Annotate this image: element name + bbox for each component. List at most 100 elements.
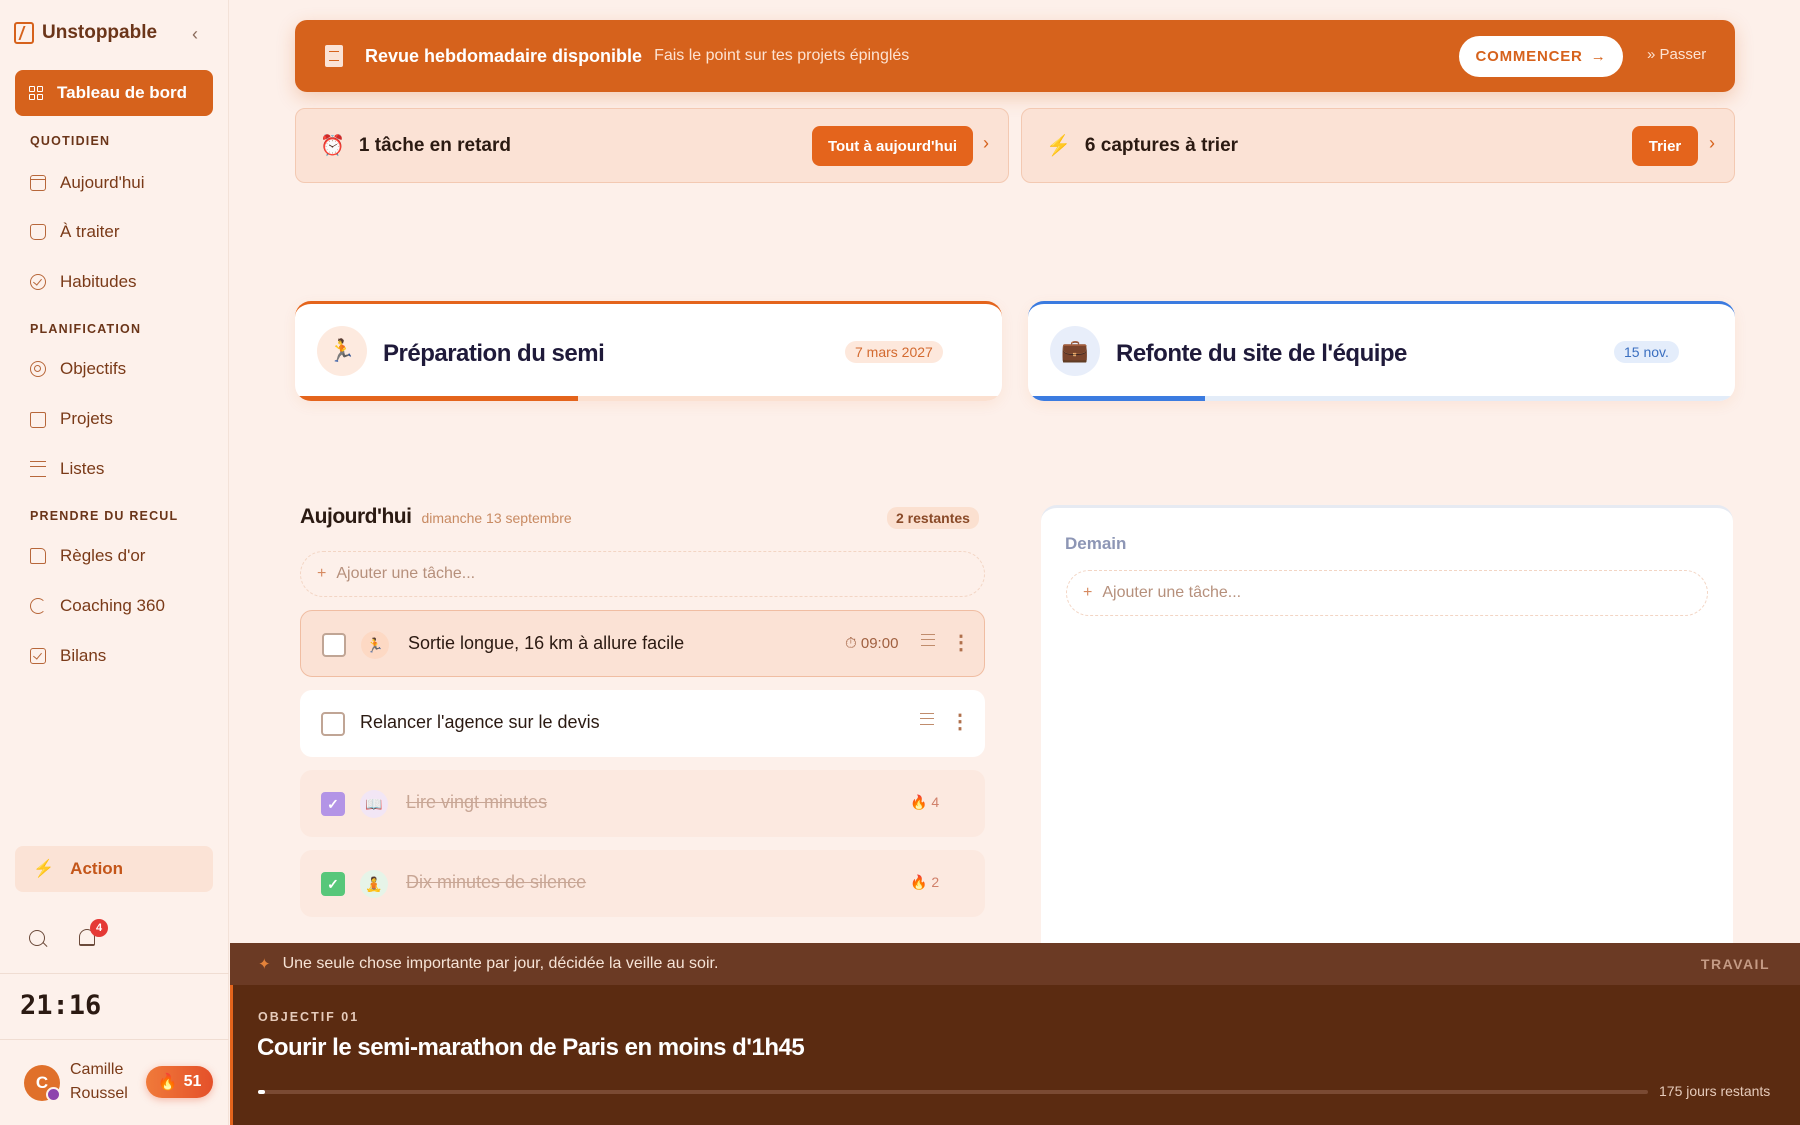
sidebar-item-label: Règles d'or — [60, 546, 146, 565]
start-review-button[interactable]: COMMENCER → — [1459, 36, 1623, 77]
sidebar-item-label: Projets — [60, 409, 113, 428]
overdue-alert[interactable]: ⏰ 1 tâche en retard Tout à aujourd'hui › — [295, 108, 1009, 183]
project-progress-fill — [1028, 396, 1205, 401]
sidebar-item-label: Objectifs — [60, 359, 127, 378]
user-name[interactable]: Camille Roussel — [70, 1058, 140, 1106]
today-date: dimanche 13 septembre — [421, 510, 572, 526]
add-task-input[interactable]: + Ajouter une tâche... — [300, 551, 985, 597]
project-due-date: 15 nov. — [1614, 341, 1679, 363]
objective-title[interactable]: Courir le semi-marathon de Paris en moin… — [257, 1034, 805, 1062]
captures-text: 6 captures à trier — [1084, 134, 1239, 156]
task-row[interactable]: Relancer l'agence sur le devis ⋮ — [300, 690, 985, 757]
bolt-icon: ⚡ — [1046, 135, 1071, 157]
project-title: Refonte du site de l'équipe — [1116, 340, 1407, 367]
task-checkbox-checked[interactable]: ✓ — [321, 792, 345, 816]
chevron-right-icon[interactable]: › — [1709, 133, 1715, 154]
divider — [0, 1039, 229, 1040]
sidebar-item-rules[interactable]: Règles d'or — [30, 546, 145, 566]
project-progress-bar — [295, 396, 1002, 401]
pinned-project-card[interactable]: 💼 Refonte du site de l'équipe 15 nov. — [1028, 301, 1735, 401]
add-task-input[interactable]: + Ajouter une tâche... — [1066, 570, 1708, 616]
quote-bar: ✦ Une seule chose importante par jour, d… — [230, 943, 1800, 985]
objective-progress-bar — [258, 1090, 1648, 1094]
task-row[interactable]: 🏃 Sortie longue, 16 km à allure facile ⏱… — [300, 610, 985, 677]
objective-label: OBJECTIF 01 — [258, 1010, 360, 1024]
stopwatch-icon: ⏱ — [845, 635, 857, 652]
section-label-perspective: PRENDRE DU RECUL — [30, 509, 179, 523]
action-button[interactable]: ⚡ Action — [15, 846, 213, 892]
sidebar-item-habits[interactable]: Habitudes — [30, 272, 137, 292]
task-time: ⏱ 09:00 — [845, 635, 899, 652]
alarm-icon: ⏰ — [320, 135, 345, 157]
app-name: Unstoppable — [42, 22, 158, 43]
flame-icon: 🔥 — [157, 1074, 178, 1091]
sidebar-item-inbox[interactable]: À traiter — [30, 222, 120, 242]
flame-icon: 🔥 — [910, 794, 928, 810]
sidebar-item-reviews[interactable]: Bilans — [30, 646, 106, 666]
habit-streak: 🔥 2 — [910, 874, 940, 890]
sidebar: Unstoppable ‹ Tableau de bord QUOTIDIEN … — [0, 0, 229, 1125]
task-row[interactable]: ✓ 🧘 Dix minutes de silence 🔥 2 — [300, 850, 985, 917]
runner-icon: 🏃 — [361, 631, 389, 659]
dashboard-grid-icon — [29, 86, 43, 100]
brand[interactable]: Unstoppable — [14, 22, 157, 44]
objective-progress-fill — [258, 1090, 265, 1094]
plus-icon: + — [317, 565, 327, 582]
sidebar-item-lists[interactable]: Listes — [30, 459, 104, 479]
captures-alert[interactable]: ⚡ 6 captures à trier Trier › — [1021, 108, 1735, 183]
notification-badge: 4 — [90, 919, 108, 937]
sidebar-item-coaching[interactable]: Coaching 360 — [30, 596, 165, 616]
overdue-text: 1 tâche en retard — [358, 134, 511, 156]
sidebar-item-label: Coaching 360 — [60, 596, 165, 615]
accent-bar — [230, 985, 233, 1125]
checkbox-icon — [30, 648, 46, 664]
arrow-right-icon: → — [1590, 48, 1607, 65]
list-icon — [30, 461, 46, 477]
task-row[interactable]: ✓ 📖 Lire vingt minutes 🔥 4 — [300, 770, 985, 837]
skip-button[interactable]: » Passer — [1647, 46, 1706, 63]
today-title: Aujourd'hui — [300, 505, 412, 528]
scroll-icon — [30, 548, 46, 564]
more-options-icon[interactable]: ⋮ — [951, 630, 971, 655]
task-checkbox-checked[interactable]: ✓ — [321, 872, 345, 896]
more-options-icon[interactable]: ⋮ — [950, 709, 970, 734]
skip-label: Passer — [1659, 46, 1707, 63]
calendar-icon — [30, 175, 46, 191]
context-tag[interactable]: TRAVAIL — [1701, 956, 1770, 972]
sidebar-item-today[interactable]: Aujourd'hui — [30, 173, 145, 193]
drag-handle-icon[interactable] — [920, 713, 934, 725]
sort-button[interactable]: Trier — [1632, 126, 1698, 166]
project-title: Préparation du semi — [383, 340, 605, 367]
search-icon[interactable] — [29, 930, 45, 946]
add-task-placeholder: Ajouter une tâche... — [336, 565, 476, 582]
clock: 21:16 — [20, 990, 102, 1021]
banner-subtitle: Fais le point sur tes projets épinglés — [654, 47, 910, 64]
sidebar-item-goals[interactable]: Objectifs — [30, 359, 126, 379]
pinned-project-card[interactable]: 🏃 Préparation du semi 7 mars 2027 — [295, 301, 1002, 401]
remaining-badge: 2 restantes — [887, 507, 979, 529]
clipboard-icon — [325, 45, 343, 67]
inbox-icon — [30, 224, 46, 240]
streak-badge[interactable]: 🔥 51 — [146, 1066, 213, 1098]
sparkle-icon: ✦ — [258, 956, 271, 973]
target-icon — [30, 361, 46, 377]
chevron-right-icon[interactable]: › — [983, 133, 989, 154]
task-checkbox[interactable] — [321, 712, 345, 736]
task-checkbox[interactable] — [322, 633, 346, 657]
double-chevron-icon: » — [1647, 46, 1656, 63]
plus-icon: + — [1083, 584, 1093, 601]
move-all-to-today-button[interactable]: Tout à aujourd'hui — [812, 126, 973, 166]
divider — [0, 973, 229, 974]
project-due-date: 7 mars 2027 — [845, 341, 943, 363]
sidebar-item-label: Aujourd'hui — [60, 173, 145, 192]
sidebar-item-projects[interactable]: Projets — [30, 409, 113, 429]
tomorrow-panel: Demain + Ajouter une tâche... — [1041, 505, 1733, 945]
quote-text: Une seule chose importante par jour, déc… — [282, 955, 719, 972]
section-label-daily: QUOTIDIEN — [30, 134, 111, 148]
habit-streak: 🔥 4 — [910, 794, 940, 810]
drag-handle-icon[interactable] — [921, 634, 935, 646]
collapse-sidebar-icon[interactable]: ‹ — [192, 24, 198, 45]
sidebar-item-dashboard[interactable]: Tableau de bord — [15, 70, 213, 116]
days-remaining: 175 jours restants — [1659, 1083, 1771, 1099]
task-label: Lire vingt minutes — [406, 792, 548, 812]
